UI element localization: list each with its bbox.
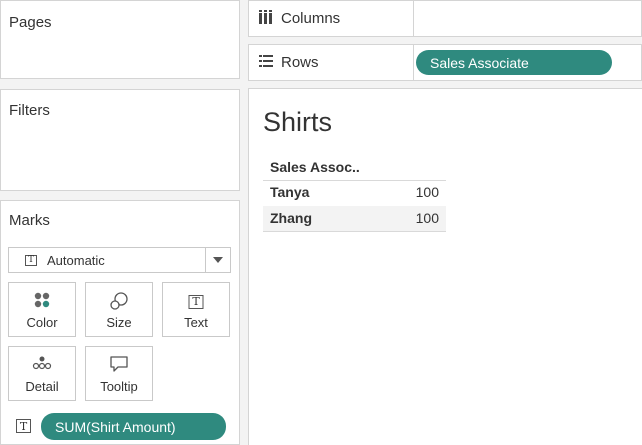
view-canvas (248, 88, 642, 445)
size-card[interactable]: Size (85, 282, 153, 337)
filters-card: Filters (0, 89, 240, 191)
tooltip-card[interactable]: Tooltip (85, 346, 153, 401)
size-card-label: Size (106, 315, 132, 330)
detail-card-label: Detail (25, 379, 59, 394)
rows-label: Rows (281, 54, 319, 71)
columns-label: Columns (281, 10, 341, 27)
color-dots-icon (33, 291, 51, 312)
tooltip-bubble-icon (109, 355, 129, 376)
divider (248, 37, 642, 44)
header-divider (263, 180, 446, 181)
text-card[interactable]: T Text (162, 282, 230, 337)
column-header-sales-associate[interactable]: Sales Assoc.. (270, 159, 360, 175)
sales-associate-pill[interactable]: Sales Associate (416, 50, 612, 75)
pages-title: Pages (9, 14, 52, 31)
table-row-label[interactable]: Tanya (270, 184, 309, 200)
tooltip-card-label: Tooltip (100, 379, 138, 394)
worksheet-title: Shirts (263, 107, 333, 137)
shelf-divider (413, 45, 414, 80)
text-encoding-icon: T (16, 419, 31, 433)
rows-icon (259, 54, 273, 71)
text-mark-icon: T (25, 254, 37, 266)
detail-card[interactable]: Detail (8, 346, 76, 401)
table-row-label[interactable]: Zhang (270, 210, 312, 226)
text-t-icon: T (188, 293, 204, 309)
table-bottom-divider (263, 231, 446, 232)
columns-drop-area[interactable] (414, 1, 641, 36)
columns-label-group: Columns (259, 1, 340, 36)
columns-shelf: Columns (248, 0, 642, 37)
filters-title: Filters (9, 102, 50, 119)
sum-shirt-amount-pill[interactable]: SUM(Shirt Amount) (41, 413, 226, 440)
mark-type-dropdown[interactable]: T Automatic (8, 247, 231, 273)
color-card[interactable]: Color (8, 282, 76, 337)
divider (0, 79, 240, 89)
text-card-label: Text (184, 315, 208, 330)
detail-dots-icon (32, 355, 52, 374)
table-row-value[interactable]: 100 (416, 184, 439, 200)
color-card-label: Color (26, 315, 58, 330)
dropdown-arrow-icon[interactable] (205, 248, 230, 272)
columns-icon (259, 9, 273, 28)
pages-card: Pages (0, 0, 240, 79)
mark-type-label: Automatic (47, 252, 105, 268)
rows-label-group: Rows (259, 45, 319, 80)
table-row-value[interactable]: 100 (416, 210, 439, 226)
panel-divider (240, 0, 248, 445)
divider (248, 81, 642, 88)
marks-title: Marks (9, 212, 50, 229)
divider (0, 191, 240, 200)
size-circles-icon (109, 291, 129, 314)
